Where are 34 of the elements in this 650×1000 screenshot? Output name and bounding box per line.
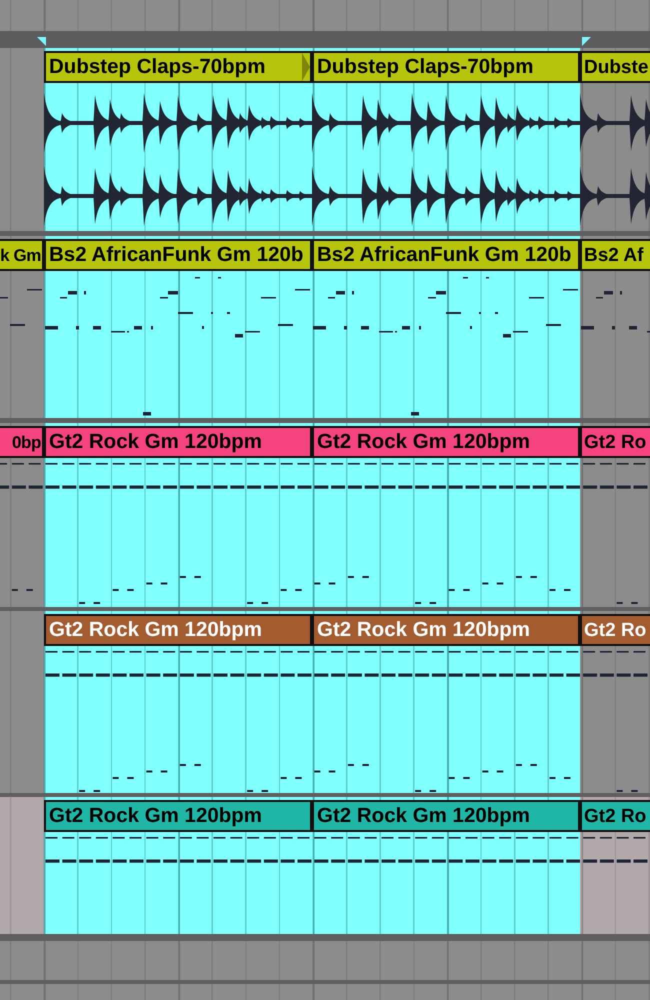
- clip-title[interactable]: Gt2 Ro: [580, 426, 650, 458]
- clip-title[interactable]: Dubstep Claps-70bpm: [44, 51, 312, 83]
- midi-notes-drawing: [581, 291, 650, 332]
- clip-title[interactable]: Gt2 Rock Gm 120bpm: [44, 800, 312, 832]
- clip-title[interactable]: Gt2 Rock Gm 120bpm: [312, 800, 580, 832]
- clip-title[interactable]: Bs2 AfricanFunk Gm 120b: [312, 239, 580, 271]
- midi-notes-drawing: [583, 837, 648, 863]
- clip-title[interactable]: Bs2 Af: [580, 239, 650, 271]
- clip-title[interactable]: k Gm: [0, 239, 44, 271]
- clip-title[interactable]: Bs2 AfricanFunk Gm 120b: [44, 239, 312, 271]
- clip-title[interactable]: Gt2 Ro: [580, 800, 650, 832]
- clip[interactable]: Bs2 AfricanFunk Gm 120b: [44, 236, 312, 418]
- clip[interactable]: Dubstep Claps-70bpm: [44, 48, 312, 231]
- triangle-marker-icon[interactable]: [37, 37, 46, 46]
- clip[interactable]: Gt2 Rock Gm 120bpm: [44, 611, 312, 793]
- clip[interactable]: Gt2 Rock Gm 120bpm: [312, 423, 580, 607]
- clip-title[interactable]: Gt2 Rock Gm 120bpm: [44, 426, 312, 458]
- clip-title[interactable]: Gt2 Rock Gm 120bpm: [44, 614, 312, 646]
- clip[interactable]: Gt2 Rock Gm 120bpm: [44, 797, 312, 934]
- clip[interactable]: Gt2 Ro: [580, 611, 650, 793]
- clip-title[interactable]: Dubstep Claps-70bpm: [312, 51, 580, 83]
- clip-title[interactable]: 0bp: [0, 426, 44, 458]
- clip-title[interactable]: Gt2 Rock Gm 120bpm: [312, 426, 580, 458]
- clip[interactable]: Gt2 Rock Gm 120bpm: [312, 611, 580, 793]
- triangle-marker-icon[interactable]: [582, 37, 591, 46]
- clip[interactable]: Gt2 Ro: [580, 423, 650, 607]
- midi-notes-drawing: [0, 289, 42, 326]
- clip-title[interactable]: Gt2 Rock Gm 120bpm: [312, 614, 580, 646]
- clip[interactable]: Bs2 AfricanFunk Gm 120b: [312, 236, 580, 418]
- clip[interactable]: Gt2 Rock Gm 120bpm: [312, 797, 580, 934]
- clip-title[interactable]: Gt2 Ro: [580, 614, 650, 646]
- clip[interactable]: Dubstep Claps-70bpm: [312, 48, 580, 231]
- clip[interactable]: Gt2 Rock Gm 120bpm: [44, 423, 312, 607]
- clip-title[interactable]: Dubste: [580, 51, 650, 83]
